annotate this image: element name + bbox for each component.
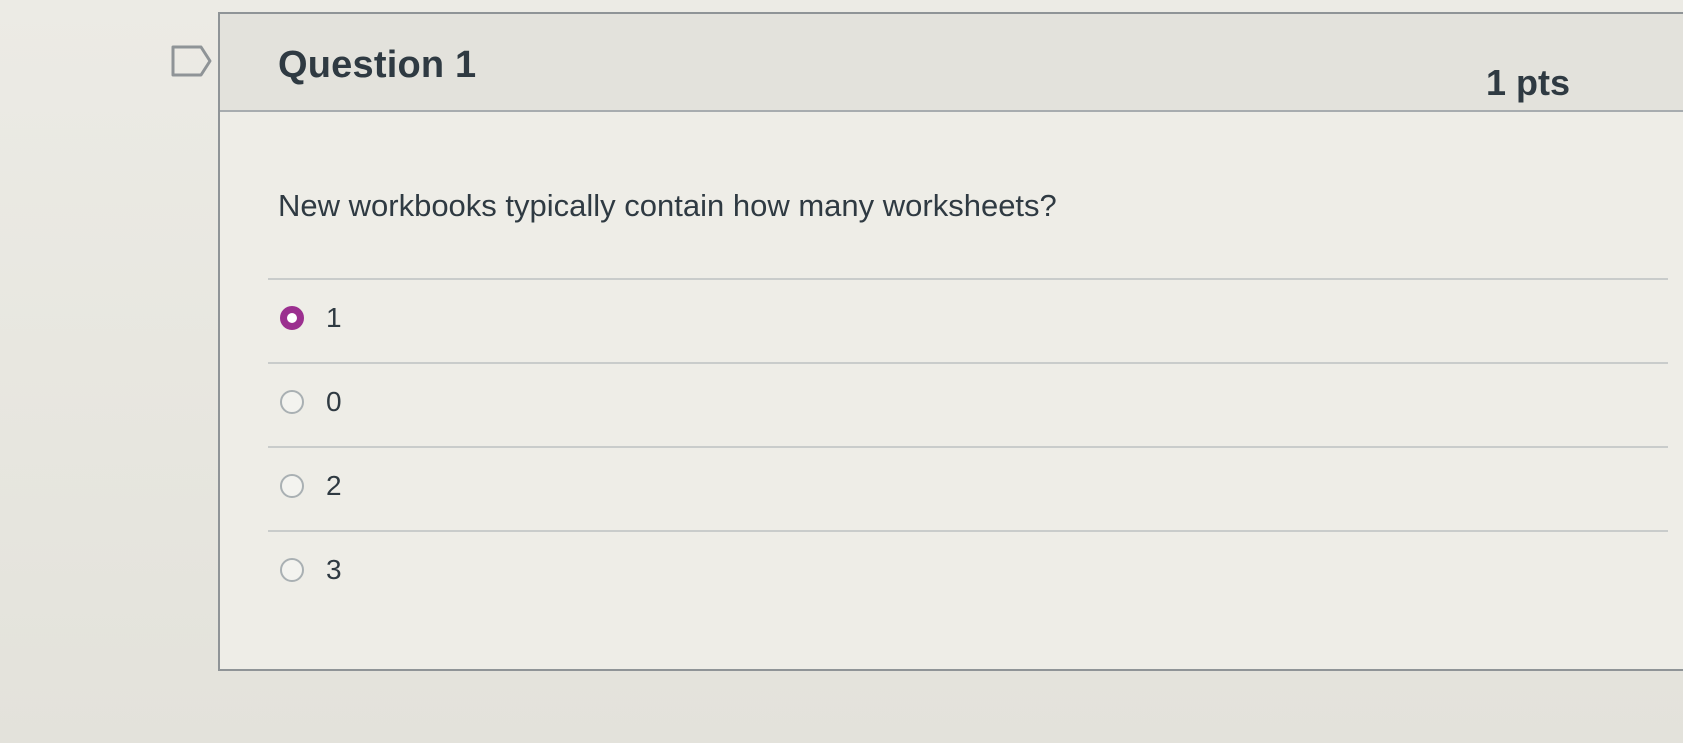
radio-selected-icon[interactable] [280, 306, 304, 330]
answer-list: 1 0 2 3 [268, 278, 1668, 614]
question-title: Question 1 [278, 44, 477, 86]
answer-label[interactable]: 1 [326, 302, 342, 334]
quiz-page: Question 1 1 pts New workbooks typically… [0, 0, 1683, 743]
answer-option[interactable]: 2 [268, 446, 1668, 530]
answer-option[interactable]: 0 [268, 362, 1668, 446]
radio-icon[interactable] [280, 558, 304, 582]
answer-label[interactable]: 0 [326, 386, 342, 418]
answer-option[interactable]: 3 [268, 530, 1668, 614]
question-header: Question 1 1 pts [220, 14, 1683, 112]
question-text: New workbooks typically contain how many… [278, 188, 1057, 223]
answer-label[interactable]: 3 [326, 554, 342, 586]
answer-option[interactable]: 1 [268, 278, 1668, 362]
radio-icon[interactable] [280, 390, 304, 414]
question-card: Question 1 1 pts New workbooks typically… [218, 12, 1683, 671]
card-bottom-border [220, 668, 1683, 669]
flag-question-icon[interactable] [170, 44, 214, 78]
radio-icon[interactable] [280, 474, 304, 498]
answer-label[interactable]: 2 [326, 470, 342, 502]
question-points: 1 pts [1485, 62, 1570, 103]
